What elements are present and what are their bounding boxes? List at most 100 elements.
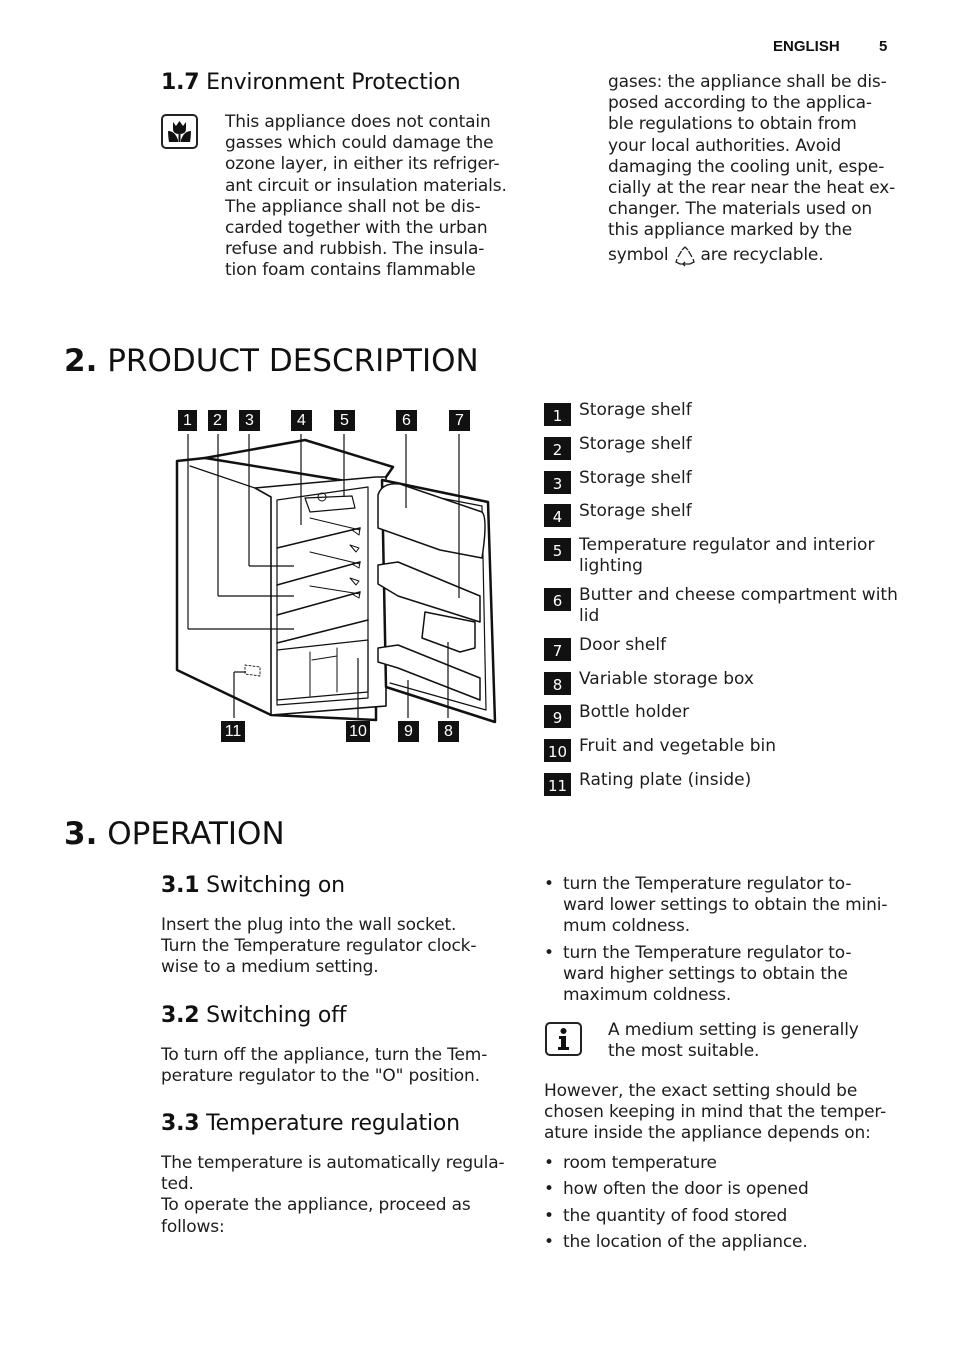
diagram-callout-7: 7 [449, 410, 470, 431]
diagram-callout-8: 8 [438, 721, 459, 742]
diagram-callout-2: 2 [208, 410, 227, 431]
info-icon [545, 1022, 582, 1056]
legend-item: 1 Storage shelf [544, 400, 904, 426]
legend-number: 8 [544, 671, 571, 695]
legend-label: Storage shelf [579, 501, 692, 522]
diagram-callout-3: 3 [239, 410, 260, 431]
text-line: Turn the Temperature regulator clock- [161, 936, 477, 957]
legend-label: Butter and cheese compartment with lid [579, 584, 898, 626]
info-note: A medium setting is generally the most s… [608, 1020, 908, 1062]
legend-item: 9 Bottle holder [544, 702, 904, 729]
text-line: gasses which could damage the [225, 133, 494, 154]
section-title: Switching on [206, 873, 345, 898]
text-line: mum coldness. [563, 916, 690, 937]
diagram-callout-5: 5 [334, 410, 355, 431]
symbol-suffix: are recyclable. [700, 245, 824, 266]
text-line: This appliance does not contain [225, 112, 491, 132]
however-text: However, the exact setting should be cho… [544, 1081, 914, 1145]
text-line: carded together with the urban [225, 218, 488, 239]
legend-item: 8 Variable storage box [544, 669, 904, 695]
text-line: maximum coldness. [563, 985, 732, 1006]
text-line: follows: [161, 1216, 225, 1237]
section-title: Switching off [206, 1003, 347, 1028]
text-line: turn the Temperature regulator to- [563, 874, 852, 894]
env-protection-text-col2: gases: the appliance shall be dis- posed… [608, 72, 908, 267]
section-number: 3. [64, 816, 98, 852]
section-number: 3.1 [161, 873, 200, 898]
text-line: this appliance marked by the [608, 220, 853, 241]
text-line: chosen keeping in mind that the temper- [544, 1102, 887, 1123]
text-line: ozone layer, in either its refriger- [225, 154, 500, 175]
legend-item: 7 Door shelf [544, 635, 904, 661]
diagram-callout-4: 4 [291, 410, 312, 431]
text-line: ted. [161, 1174, 194, 1195]
list-item: room temperature [544, 1150, 914, 1177]
legend-number: 5 [544, 538, 571, 562]
text-line: cially at the rear near the heat ex- [608, 178, 896, 199]
section-3-3-heading: 3.3 Temperature regulation [161, 1111, 460, 1136]
legend-item: 3 Storage shelf [544, 468, 904, 494]
temperature-regulation-text: The temperature is automatically regula-… [161, 1153, 521, 1238]
section-3-heading: 3. OPERATION [64, 816, 285, 852]
list-item: the quantity of food stored [544, 1203, 914, 1230]
legend-label: Storage shelf [579, 433, 692, 454]
section-number: 3.2 [161, 1003, 200, 1028]
text-line: Insert the plug into the wall socket. [161, 915, 457, 935]
legend-number: 2 [544, 436, 571, 460]
text-line: refuse and rubbish. The insula- [225, 239, 485, 260]
text-line: To operate the appliance, proceed as [161, 1195, 471, 1216]
text-line: perature regulator to the "O" position. [161, 1066, 480, 1087]
text-line: symbol are recyclable. [608, 245, 908, 267]
list-item: turn the Temperature regulator to- ward … [544, 874, 914, 938]
legend-label: Fruit and vegetable bin [579, 736, 777, 757]
text-line: posed according to the applica- [608, 93, 872, 114]
recycle-icon [674, 245, 695, 267]
diagram-callout-6: 6 [396, 410, 417, 431]
diagram-callout-11: 11 [221, 721, 245, 742]
section-title: PRODUCT DESCRIPTION [107, 343, 479, 379]
symbol-prefix: symbol [608, 245, 669, 266]
text-line: A medium setting is generally [608, 1020, 859, 1040]
text-line: the most suitable. [608, 1041, 760, 1062]
text-line: ant circuit or insulation materials. [225, 175, 507, 196]
regulator-instructions-list: turn the Temperature regulator to- ward … [544, 874, 914, 1006]
section-title: OPERATION [107, 816, 285, 852]
section-3-1-heading: 3.1 Switching on [161, 873, 345, 898]
legend-number: 3 [544, 470, 571, 494]
legend-item: 11 Rating plate (inside) [544, 770, 904, 796]
text-line: ature inside the appliance depends on: [544, 1123, 871, 1144]
list-item: the location of the appliance. [544, 1229, 914, 1256]
legend-label: Storage shelf [579, 467, 692, 488]
fridge-diagram: 1 2 3 4 5 6 7 11 10 9 8 [160, 400, 510, 760]
text-line: ble regulations to obtain from [608, 114, 857, 135]
language-label: ENGLISH [773, 38, 840, 55]
list-item: how often the door is opened [544, 1176, 914, 1203]
text-line: However, the exact setting should be [544, 1081, 858, 1101]
env-protection-text-col1: This appliance does not contain gasses w… [225, 112, 525, 282]
text-line: changer. The materials used on [608, 199, 872, 220]
text-line: turn the Temperature regulator to- [563, 942, 852, 963]
legend-number: 10 [544, 739, 571, 763]
diagram-callout-9: 9 [398, 721, 419, 742]
parts-legend: 1 Storage shelf 2 Storage shelf 3 Storage s… [544, 400, 904, 804]
text-line: gases: the appliance shall be dis- [608, 72, 887, 92]
switching-on-text: Insert the plug into the wall socket. Tu… [161, 915, 521, 979]
section-title: Environment Protection [206, 70, 461, 95]
fridge-illustration [175, 434, 497, 724]
legend-item: 4 Storage shelf [544, 501, 904, 528]
legend-label: Temperature regulator and interior light… [579, 535, 875, 577]
section-number: 2. [64, 343, 98, 379]
legend-item: 6 Butter and cheese compartment with lid [544, 585, 904, 627]
legend-label: Storage shelf [579, 400, 692, 420]
legend-item: 2 Storage shelf [544, 434, 904, 460]
section-number: 1.7 [161, 70, 200, 95]
text-line: damaging the cooling unit, espe- [608, 156, 885, 177]
section-title: Temperature regulation [206, 1111, 460, 1136]
legend-number: 7 [544, 637, 571, 661]
section-2-heading: 2. PRODUCT DESCRIPTION [64, 343, 479, 379]
legend-label: Bottle holder [579, 702, 690, 723]
text-line: The appliance shall not be dis- [225, 196, 481, 217]
section-1-7-heading: 1.7 Environment Protection [161, 70, 461, 95]
text-line: ward higher settings to obtain the [563, 963, 848, 984]
text-line: wise to a medium setting. [161, 957, 379, 978]
